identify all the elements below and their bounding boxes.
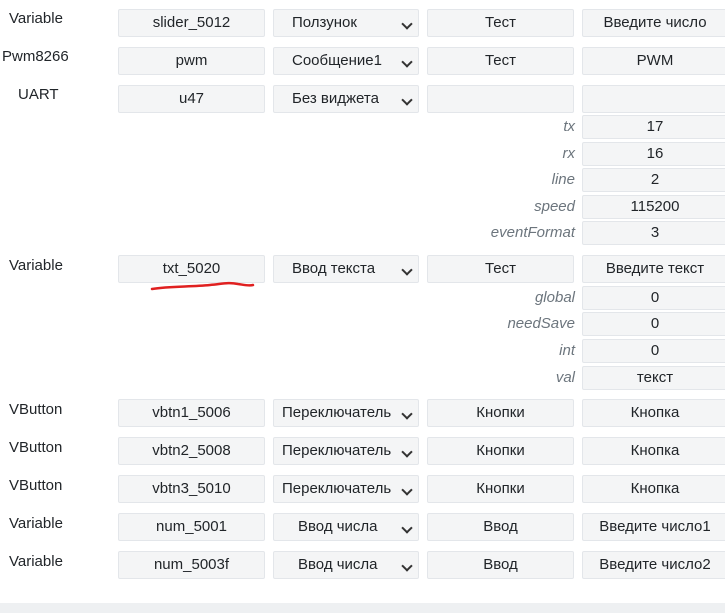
page-input[interactable]: Ввод (427, 551, 574, 579)
id-input[interactable]: vbtn3_5010 (118, 475, 265, 503)
page-input[interactable]: Тест (427, 47, 574, 75)
chevron-down-icon (401, 560, 413, 572)
chevron-down-icon (401, 408, 413, 420)
widget-select[interactable]: Ползунок (273, 9, 419, 37)
page-input[interactable]: Кнопки (427, 475, 574, 503)
descr-input[interactable]: Кнопка (582, 475, 725, 503)
chevron-down-icon (401, 18, 413, 30)
param-value-eventformat[interactable]: 3 (582, 221, 725, 245)
widget-select-value: Без виджета (292, 90, 379, 107)
widget-select[interactable]: Без виджета (273, 85, 419, 113)
widget-select-value: Переключатель (282, 442, 392, 459)
id-input[interactable]: vbtn2_5008 (118, 437, 265, 465)
row-type-label: Pwm8266 (2, 48, 69, 65)
param-key-line: line (551, 171, 575, 188)
chevron-down-icon (401, 56, 413, 68)
row-type-label: Variable (9, 515, 63, 532)
widget-select[interactable]: Переключатель (273, 475, 419, 503)
row-type-label: UART (18, 86, 59, 103)
param-value-tx[interactable]: 17 (582, 115, 725, 139)
widget-select-value: Переключатель (282, 480, 392, 497)
chevron-down-icon (401, 446, 413, 458)
row-type-label: VButton (9, 401, 63, 418)
row-type-label: Variable (9, 10, 63, 27)
id-input[interactable]: u47 (118, 85, 265, 113)
page-input[interactable]: Кнопки (427, 437, 574, 465)
row-type-label: VButton (9, 439, 63, 456)
id-input[interactable]: vbtn1_5006 (118, 399, 265, 427)
page-input[interactable] (427, 85, 574, 113)
widget-select-value: Ввод текста (292, 260, 376, 277)
param-value-line[interactable]: 2 (582, 168, 725, 192)
param-value-needsave[interactable]: 0 (582, 312, 725, 336)
widget-select[interactable]: Ввод числа (273, 551, 419, 579)
param-key-rx: rx (562, 145, 576, 162)
param-value-val[interactable]: текст (582, 366, 725, 390)
descr-input[interactable]: PWM (582, 47, 725, 75)
chevron-down-icon (401, 264, 413, 276)
id-input[interactable]: txt_5020 (118, 255, 265, 283)
widget-select-value: Ввод числа (298, 518, 378, 535)
param-key-needsave: needSave (507, 315, 575, 332)
param-key-speed: speed (534, 198, 575, 215)
chevron-down-icon (401, 484, 413, 496)
param-key-val: val (555, 369, 575, 386)
descr-input[interactable]: Кнопка (582, 399, 725, 427)
descr-input[interactable]: Введите число2 (582, 551, 725, 579)
page-input[interactable]: Кнопки (427, 399, 574, 427)
row-type-label: Variable (9, 257, 63, 274)
param-key-global: global (534, 289, 575, 306)
descr-input[interactable]: Введите число1 (582, 513, 725, 541)
descr-input[interactable]: Введите число (582, 9, 725, 37)
widget-select-value: Ввод числа (298, 556, 378, 573)
chevron-down-icon (401, 94, 413, 106)
widget-select-value: Сообщение1 (292, 52, 382, 69)
widget-select-value: Ползунок (292, 14, 357, 31)
bottom-divider (0, 603, 725, 613)
page-input[interactable]: Тест (427, 255, 574, 283)
descr-input[interactable] (582, 85, 725, 113)
param-key-eventformat: eventFormat (490, 224, 575, 241)
widget-select-value: Переключатель (282, 404, 392, 421)
widget-select[interactable]: Ввод текста (273, 255, 419, 283)
chevron-down-icon (401, 522, 413, 534)
widget-select[interactable]: Сообщение1 (273, 47, 419, 75)
descr-input[interactable]: Кнопка (582, 437, 725, 465)
id-input[interactable]: slider_5012 (118, 9, 265, 37)
param-value-speed[interactable]: 115200 (582, 195, 725, 219)
id-input[interactable]: num_5003f (118, 551, 265, 579)
descr-input[interactable]: Введите текст (582, 255, 725, 283)
param-key-tx: tx (563, 118, 575, 135)
row-type-label: VButton (9, 477, 63, 494)
widget-select[interactable]: Переключатель (273, 437, 419, 465)
param-value-int[interactable]: 0 (582, 339, 725, 363)
param-value-global[interactable]: 0 (582, 286, 725, 310)
red-underline-annotation (150, 281, 255, 291)
param-key-int: int (559, 342, 575, 359)
row-type-label: Variable (9, 553, 63, 570)
id-input[interactable]: num_5001 (118, 513, 265, 541)
widget-select[interactable]: Переключатель (273, 399, 419, 427)
page-input[interactable]: Ввод (427, 513, 574, 541)
id-input[interactable]: pwm (118, 47, 265, 75)
page-input[interactable]: Тест (427, 9, 574, 37)
param-value-rx[interactable]: 16 (582, 142, 725, 166)
widget-select[interactable]: Ввод числа (273, 513, 419, 541)
